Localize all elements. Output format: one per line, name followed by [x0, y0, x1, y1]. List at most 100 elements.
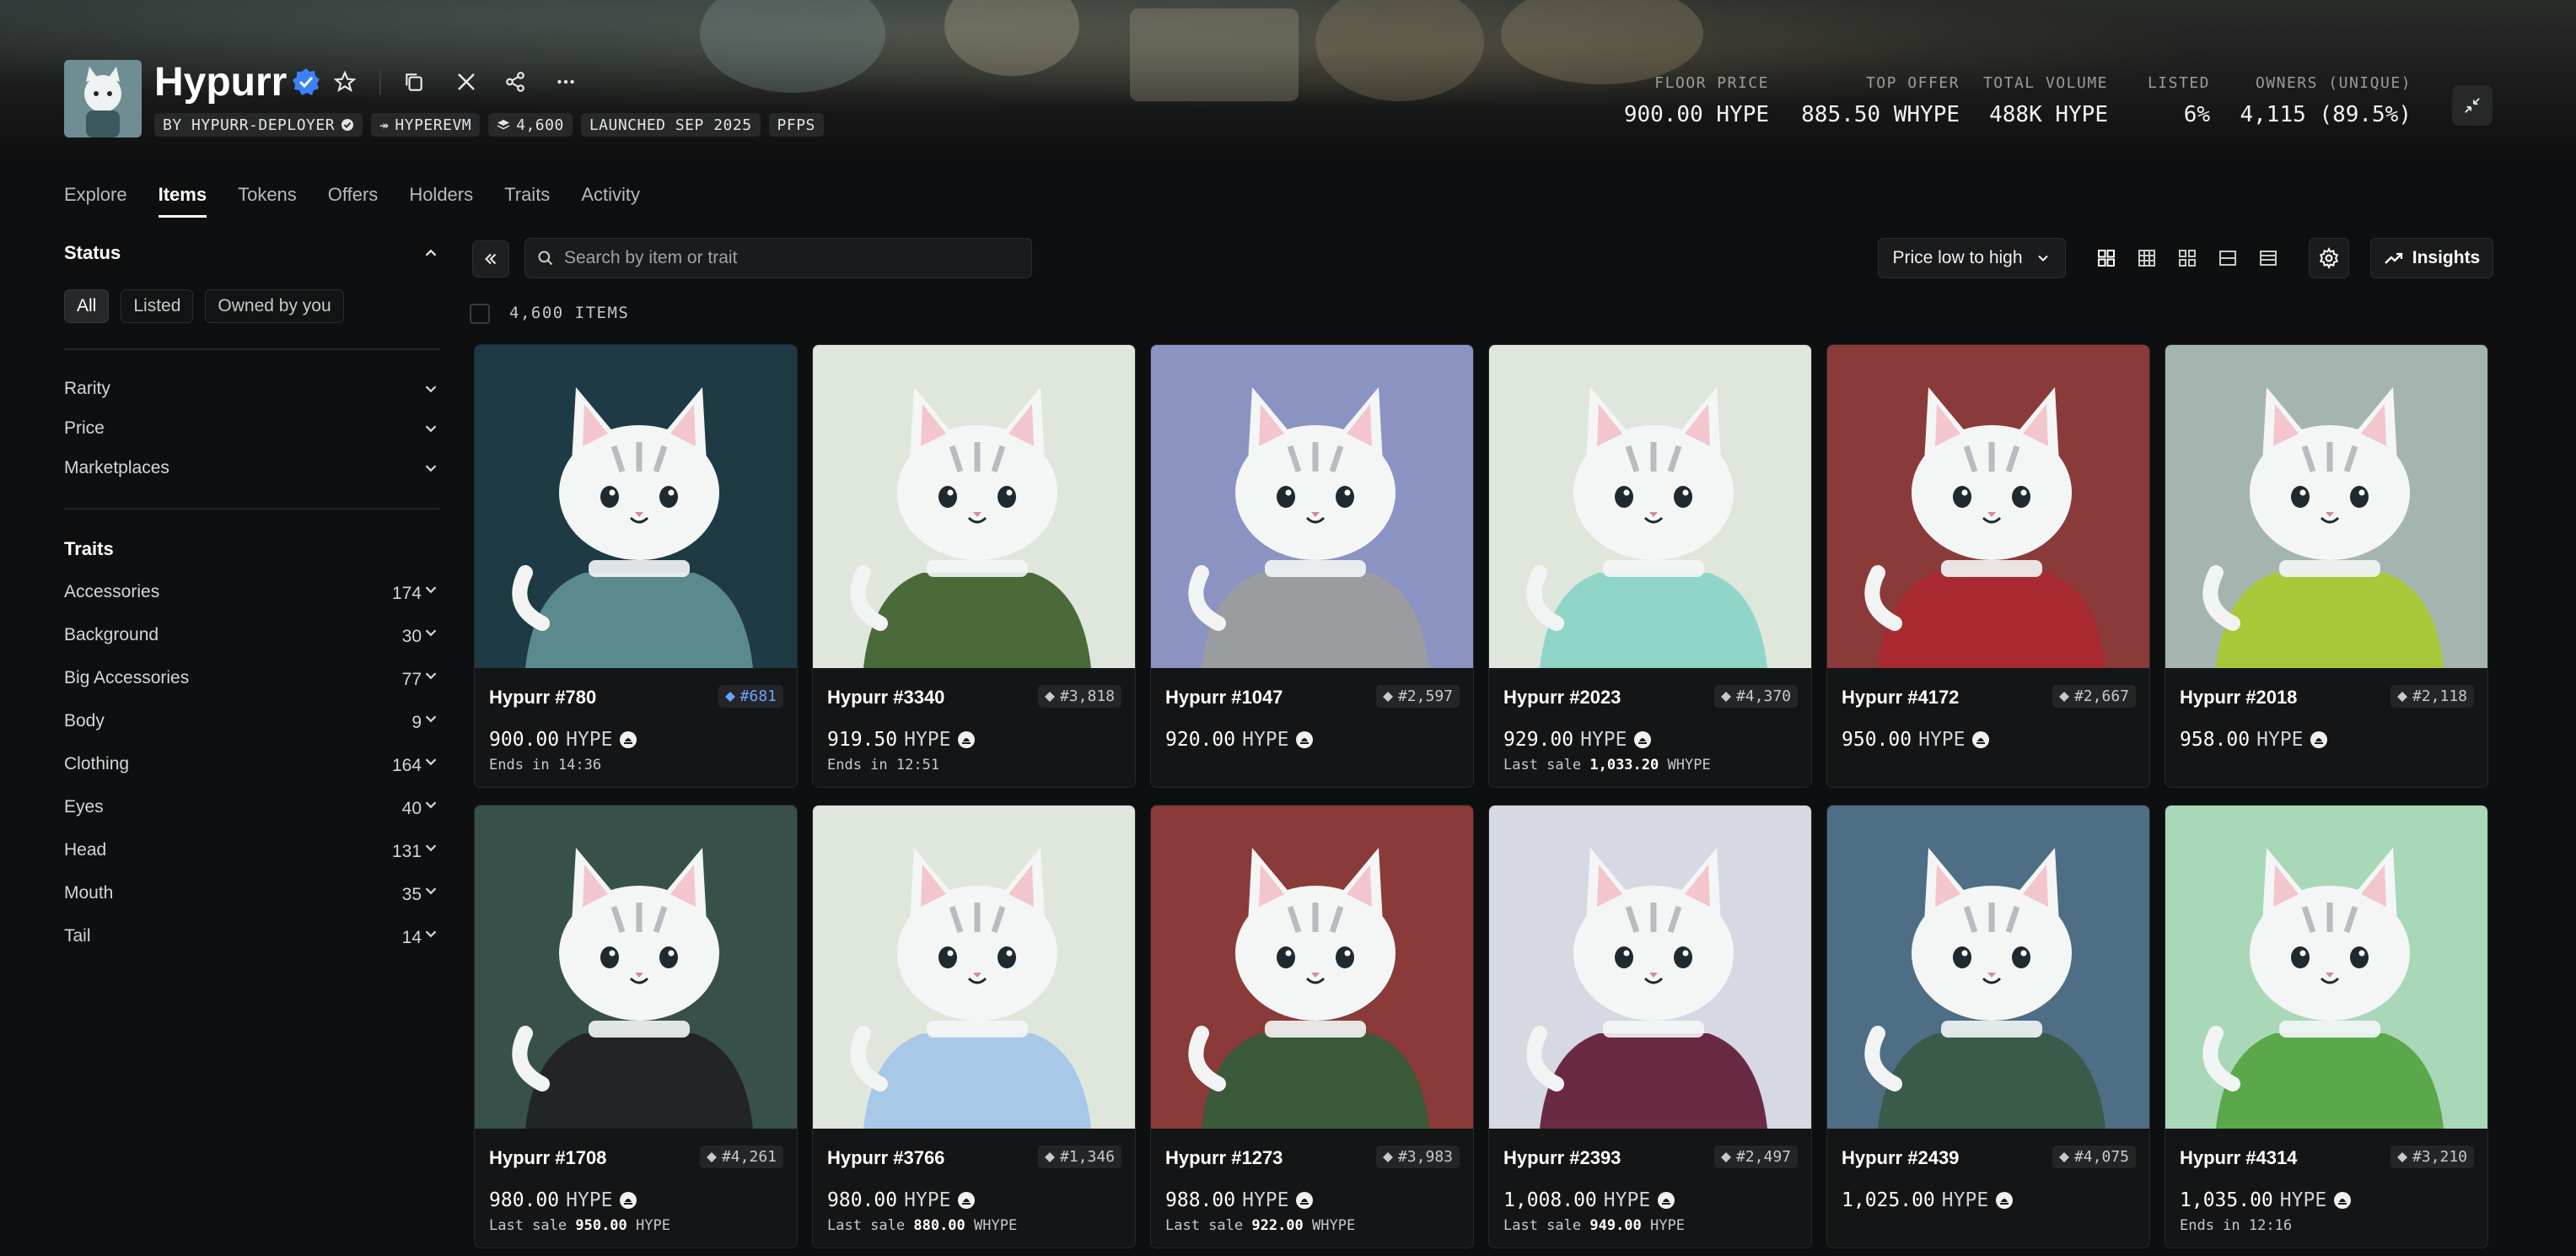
trait-filter-mouth[interactable]: Mouth 35 [64, 871, 440, 914]
rarity-rank-badge: #2,667 [2052, 685, 2136, 708]
rarity-rank-badge: #1,346 [1037, 1145, 1121, 1168]
item-card[interactable]: Hypurr #2393 #2,497 1,008.00 HYPE Last sale … [1488, 805, 1812, 1248]
rarity-rank-badge: #2,118 [2390, 685, 2474, 708]
item-card[interactable]: Hypurr #4314 #3,210 1,035.00 HYPE Ends in 12… [2165, 805, 2488, 1248]
item-name: Hypurr #1273 [1165, 1147, 1283, 1168]
rarity-section[interactable]: Rarity [64, 369, 440, 408]
item-subtext: Ends in 12:51 [827, 757, 939, 774]
tab-tokens[interactable]: Tokens [238, 184, 297, 218]
item-image[interactable] [475, 345, 797, 668]
stat-label: LISTED [2147, 74, 2210, 92]
collapse-header-button[interactable] [2452, 85, 2493, 126]
view-small-grid-button[interactable] [2132, 243, 2162, 273]
cat-artwork [1489, 345, 1811, 668]
item-image[interactable] [2165, 806, 2487, 1129]
creator-chip[interactable]: BY HYPURR-DEPLOYER [154, 113, 363, 137]
item-card[interactable]: Hypurr #2023 #4,370 929.00 HYPE Last sale 1,… [1488, 344, 1812, 788]
status-title: Status [64, 242, 121, 263]
tab-items[interactable]: Items [158, 184, 207, 218]
trait-filter-big-accessories[interactable]: Big Accessories 77 [64, 656, 440, 699]
insights-button[interactable]: Insights [2370, 238, 2493, 278]
item-image[interactable] [813, 345, 1135, 668]
item-sub-label: Last sale [1503, 757, 1590, 774]
trait-filter-body[interactable]: Body 9 [64, 699, 440, 742]
item-card[interactable]: Hypurr #780 #681 900.00 HYPE Ends in 14:36 [474, 344, 798, 788]
item-image[interactable] [1827, 345, 2149, 668]
item-card[interactable]: Hypurr #3340 #3,818 919.50 HYPE Ends in 12:5… [812, 344, 1136, 788]
search-input[interactable] [564, 248, 1019, 268]
x-twitter-icon[interactable] [452, 67, 481, 96]
item-image[interactable] [813, 806, 1135, 1129]
verified-badge-icon [292, 67, 320, 96]
search-box [524, 238, 1032, 278]
sort-dropdown[interactable]: Price low to high [1878, 238, 2066, 278]
filter-all[interactable]: All [64, 289, 110, 323]
stat-value: 885.50 WHYPE [1801, 102, 1960, 127]
diamond-icon [724, 691, 735, 702]
chevron-down-icon [425, 844, 437, 851]
trait-filter-eyes[interactable]: Eyes 40 [64, 785, 440, 828]
item-price-value: 950.00 [1842, 729, 1912, 751]
item-price-unit: HYPE [1242, 729, 1289, 751]
trait-count: 40 [401, 798, 422, 818]
trait-count: 131 [391, 841, 422, 861]
item-image[interactable] [1827, 806, 2149, 1129]
collapse-sidebar-button[interactable] [472, 240, 509, 278]
item-image[interactable] [1489, 806, 1811, 1129]
item-card[interactable]: Hypurr #2018 #2,118 958.00 HYPE [2165, 344, 2488, 788]
grid-large-icon [2098, 250, 2115, 267]
trait-filter-clothing[interactable]: Clothing 164 [64, 742, 440, 785]
item-card[interactable]: Hypurr #4172 #2,667 950.00 HYPE [1826, 344, 2150, 788]
item-card[interactable]: Hypurr #1047 #2,597 920.00 HYPE [1150, 344, 1474, 788]
item-image[interactable] [2165, 345, 2487, 668]
marketplaces-section[interactable]: Marketplaces [64, 448, 440, 488]
filter-listed[interactable]: Listed [121, 289, 194, 323]
trait-list: Accessories 174 Background 30 Big Accessorie… [64, 570, 440, 957]
trait-count: 35 [401, 884, 422, 904]
item-price-value: 1,008.00 [1503, 1189, 1597, 1211]
item-image[interactable] [1489, 345, 1811, 668]
item-price-unit: HYPE [904, 1189, 951, 1211]
item-image[interactable] [1151, 806, 1473, 1129]
item-card[interactable]: Hypurr #1708 #4,261 980.00 HYPE Last sale 95… [474, 805, 798, 1248]
tab-offers[interactable]: Offers [328, 184, 379, 218]
item-price-unit: HYPE [566, 1189, 613, 1211]
chain-chip[interactable]: ↠ HYPEREVM [371, 113, 481, 137]
trait-filter-background[interactable]: Background 30 [64, 613, 440, 656]
item-subtext: Last sale 880.00 WHYPE [827, 1217, 1017, 1234]
item-name: Hypurr #1708 [489, 1147, 607, 1168]
price-section[interactable]: Price [64, 408, 440, 448]
item-image[interactable] [1151, 345, 1473, 668]
item-card[interactable]: Hypurr #3766 #1,346 980.00 HYPE Last sale 88… [812, 805, 1136, 1248]
trait-filter-tail[interactable]: Tail 14 [64, 914, 440, 957]
view-list-button[interactable] [2213, 243, 2243, 273]
rarity-rank-badge: #3,983 [1375, 1145, 1460, 1168]
status-section-header[interactable]: Status [64, 236, 440, 270]
copy-icon[interactable] [400, 67, 428, 96]
select-all-checkbox[interactable] [470, 304, 490, 324]
view-table-button[interactable] [2253, 243, 2283, 273]
stat-value: 488K HYPE [1989, 102, 2108, 127]
trait-filter-head[interactable]: Head 131 [64, 828, 440, 871]
more-options-icon[interactable] [551, 67, 580, 96]
tab-activity[interactable]: Activity [581, 184, 640, 218]
item-price-value: 980.00 [489, 1189, 560, 1211]
status-filters: All Listed Owned by you [64, 289, 440, 323]
item-price-value: 929.00 [1503, 729, 1574, 751]
tab-holders[interactable]: Holders [409, 184, 473, 218]
item-price-value: 1,025.00 [1842, 1189, 1935, 1211]
item-image[interactable] [475, 806, 797, 1129]
item-card[interactable]: Hypurr #2439 #4,075 1,025.00 HYPE [1826, 805, 2150, 1248]
settings-button[interactable] [2309, 238, 2349, 278]
share-icon[interactable] [501, 67, 530, 96]
favorite-star-icon[interactable] [331, 67, 359, 96]
item-card[interactable]: Hypurr #1273 #3,983 988.00 HYPE Last sale 92… [1150, 805, 1474, 1248]
tab-explore[interactable]: Explore [64, 184, 127, 218]
view-compact-grid-button[interactable] [2172, 243, 2202, 273]
trait-filter-accessories[interactable]: Accessories 174 [64, 570, 440, 613]
view-large-grid-button[interactable] [2091, 243, 2122, 273]
filter-owned-by-you[interactable]: Owned by you [205, 289, 344, 323]
supply-label: 4,600 [516, 116, 564, 134]
tab-traits[interactable]: Traits [504, 184, 550, 218]
category-chip[interactable]: PFPS [768, 113, 824, 137]
